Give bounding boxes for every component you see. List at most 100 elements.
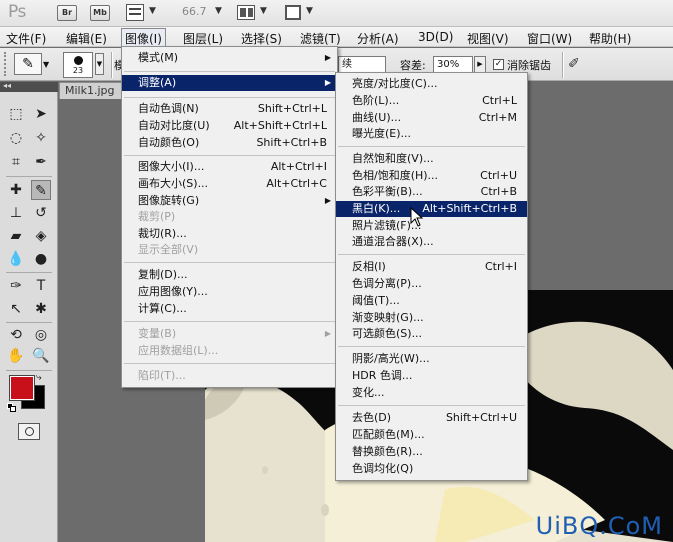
foreground-color-swatch[interactable] [9, 375, 35, 401]
menu-help[interactable]: 帮助(H) [589, 30, 631, 47]
dodge-tool-icon[interactable]: ● [31, 249, 51, 269]
crop-tool-icon[interactable]: ⌗ [6, 152, 26, 172]
menu-item-gradient-map[interactable]: 渐变映射(G)... [336, 310, 527, 326]
eyedropper-tool-icon[interactable]: ✒ [31, 152, 51, 172]
menu-item-duplicate[interactable]: 复制(D)... [122, 267, 337, 283]
menu-item-crop: 裁剪(P) [138, 210, 176, 223]
tablet-pressure-icon[interactable]: ✐ [568, 56, 580, 72]
menu-item-adjustments[interactable]: 调整(A) ▶ [122, 75, 337, 91]
menu-item-replace-color[interactable]: 替换颜色(R)... [336, 444, 527, 460]
menu-item-canvas-size[interactable]: 画布大小(S)... Alt+Ctrl+C [122, 176, 337, 192]
eraser-tool-icon[interactable]: ▰ [6, 226, 26, 246]
menu-separator [124, 262, 335, 263]
tolerance-arrow-icon[interactable]: ▶ [474, 56, 486, 73]
menu-select[interactable]: 选择(S) [241, 30, 282, 47]
menu-item-image-size[interactable]: 图像大小(I)... Alt+Ctrl+I [122, 159, 337, 175]
swap-colors-icon[interactable]: ⤷ [36, 372, 42, 383]
menu-item-hue-saturation[interactable]: 色相/饱和度(H)... Ctrl+U [336, 168, 527, 184]
bridge-button[interactable]: Br [57, 5, 77, 21]
menu-item-color-balance[interactable]: 色彩平衡(B)... Ctrl+B [336, 184, 527, 200]
menu-filter[interactable]: 滤镜(T) [300, 30, 341, 47]
move-tool-icon[interactable]: ➤ [31, 104, 51, 124]
path-selection-tool-icon[interactable]: ↖ [6, 299, 26, 319]
menu-item-curves[interactable]: 曲线(U)... Ctrl+M [336, 110, 527, 126]
brush-tool-icon[interactable]: ✎ [31, 180, 51, 200]
menu-item-calculations[interactable]: 计算(C)... [122, 301, 337, 317]
menu-item-desaturate[interactable]: 去色(D) Shift+Ctrl+U [336, 410, 527, 426]
quick-mask-icon[interactable] [18, 423, 40, 440]
menu-item-shadows-highlights[interactable]: 阴影/高光(W)... [336, 351, 527, 367]
chevron-down-icon[interactable]: ▼ [95, 53, 104, 75]
mode-select[interactable]: 续 [338, 56, 386, 73]
menu-item-posterize[interactable]: 色调分离(P)... [336, 276, 527, 292]
type-tool-icon[interactable]: T [31, 276, 51, 296]
menu-separator [338, 146, 525, 147]
menu-file[interactable]: 文件(F) [6, 30, 46, 47]
menu-item-trim[interactable]: 裁切(R)... [122, 226, 337, 242]
menu-item-mode[interactable]: 模式(M) ▶ [122, 50, 337, 66]
menu-item-image-rotation[interactable]: 图像旋转(G) ▶ [122, 193, 337, 209]
extras-icon[interactable] [126, 4, 144, 21]
menu-item-threshold[interactable]: 阈值(T)... [336, 293, 527, 309]
menu-item-selective-color[interactable]: 可选颜色(S)... [336, 326, 527, 342]
zoom-tool-icon[interactable]: 🔍 [31, 346, 51, 366]
history-brush-tool-icon[interactable]: ↺ [31, 203, 51, 223]
marquee-tool-icon[interactable]: ⬚ [6, 104, 26, 124]
menu-window[interactable]: 窗口(W) [527, 30, 572, 47]
pen-tool-icon[interactable]: ✑ [6, 276, 26, 296]
menu-item-channel-mixer[interactable]: 通道混合器(X)... [336, 234, 527, 250]
menu-item-levels[interactable]: 色阶(L)... Ctrl+L [336, 93, 527, 109]
menu-item-match-color[interactable]: 匹配颜色(M)... [336, 427, 527, 443]
menu-item-invert[interactable]: 反相(I) Ctrl+I [336, 259, 527, 275]
menu-item-auto-contrast[interactable]: 自动对比度(U) Alt+Shift+Ctrl+L [122, 118, 337, 134]
menu-item-apply-image[interactable]: 应用图像(Y)... [122, 284, 337, 300]
menu-item-exposure[interactable]: 曝光度(E)... [336, 126, 527, 142]
clone-stamp-tool-icon[interactable]: ⊥ [6, 203, 26, 223]
divider [6, 370, 52, 371]
tolerance-input[interactable]: 30% [433, 56, 473, 73]
brush-size-value: 23 [72, 66, 84, 75]
magic-wand-tool-icon[interactable]: ✧ [31, 128, 51, 148]
default-colors-icon[interactable] [7, 403, 17, 413]
antialias-label: 消除锯齿 [507, 59, 551, 72]
menu-view[interactable]: 视图(V) [467, 30, 509, 47]
screen-mode-icon[interactable] [285, 5, 301, 20]
menu-item-vibrance[interactable]: 自然饱和度(V)... [336, 151, 527, 167]
shape-tool-icon[interactable]: ✱ [31, 299, 51, 319]
menu-item-photo-filter[interactable]: 照片滤镜(F)... [336, 218, 527, 234]
menu-item-auto-color[interactable]: 自动颜色(O) Shift+Ctrl+B [122, 135, 337, 151]
chevron-down-icon[interactable]: ▼ [149, 6, 156, 16]
blur-tool-icon[interactable]: 💧 [6, 249, 26, 269]
3d-rotate-tool-icon[interactable]: ⟲ [6, 325, 26, 345]
menu-layer[interactable]: 图层(L) [183, 30, 223, 47]
zoom-level[interactable]: 66.7 [182, 5, 207, 18]
chevron-down-icon[interactable]: ▼ [43, 60, 49, 69]
arrange-documents-icon[interactable] [237, 5, 255, 20]
collapse-arrows-icon[interactable]: ◂◂ [3, 81, 11, 90]
menu-item-auto-tone[interactable]: 自动色调(N) Shift+Ctrl+L [122, 101, 337, 117]
3d-orbit-tool-icon[interactable]: ◎ [31, 325, 51, 345]
grip-handle[interactable] [4, 52, 10, 76]
menu-item-equalize[interactable]: 色调均化(Q) [336, 461, 527, 477]
paint-bucket-tool-icon[interactable]: ◈ [31, 226, 51, 246]
tool-preset-picker-icon[interactable]: ✎ [14, 53, 42, 75]
menu-image[interactable]: 图像(I) [121, 28, 166, 48]
chevron-down-icon[interactable]: ▼ [260, 6, 267, 16]
lasso-tool-icon[interactable]: ◌ [6, 128, 26, 148]
menu-edit[interactable]: 编辑(E) [66, 30, 107, 47]
healing-brush-tool-icon[interactable]: ✚ [6, 180, 26, 200]
tools-panel-header[interactable]: ◂◂ [0, 81, 58, 92]
menu-item-black-white[interactable]: 黑白(K)... Alt+Shift+Ctrl+B [336, 201, 527, 217]
antialias-checkbox[interactable]: ✓ [493, 59, 504, 70]
menu-item-brightness-contrast[interactable]: 亮度/对比度(C)... [336, 76, 527, 92]
brush-preset-picker[interactable]: 23 [63, 52, 93, 78]
menu-item-hdr-toning[interactable]: HDR 色调... [336, 368, 527, 384]
chevron-down-icon[interactable]: ▼ [215, 6, 222, 16]
menu-3d[interactable]: 3D(D) [418, 30, 453, 44]
mini-bridge-button[interactable]: Mb [90, 5, 110, 21]
chevron-down-icon[interactable]: ▼ [306, 6, 313, 16]
menu-item-variations[interactable]: 变化... [336, 385, 527, 401]
menu-analysis[interactable]: 分析(A) [357, 30, 399, 47]
document-tab[interactable]: Milk1.jpg [59, 82, 125, 99]
hand-tool-icon[interactable]: ✋ [6, 346, 26, 366]
